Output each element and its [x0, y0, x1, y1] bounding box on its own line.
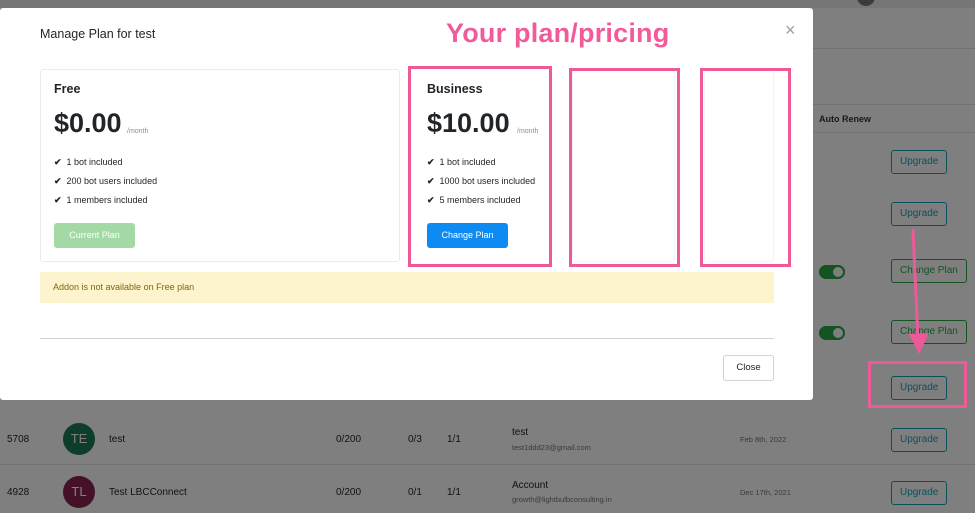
annotation-highlight-box	[700, 68, 791, 267]
current-plan-button[interactable]: Current Plan	[54, 223, 135, 248]
annotation-arrow-icon	[909, 228, 929, 354]
plan-name: Free	[54, 82, 81, 96]
plan-period: /month	[127, 128, 149, 135]
modal-title: Manage Plan for test	[40, 27, 156, 41]
feature-text: 200 bot users included	[66, 176, 158, 186]
feature-text: 1 members included	[66, 195, 148, 205]
plan-price: $0.00	[54, 108, 122, 138]
plan-feature: ✔ 1 bot included	[54, 157, 123, 168]
annotation-title: Your plan/pricing	[446, 18, 670, 48]
plan-feature: ✔ 1 members included	[54, 195, 148, 206]
plan-card-free: Free $0.00 /month ✔ 1 bot included ✔ 200…	[40, 69, 400, 262]
close-button[interactable]: Close	[723, 355, 774, 381]
annotation-highlight-box	[408, 66, 552, 267]
addon-alert: Addon is not available on Free plan	[40, 272, 774, 303]
manage-plan-modal: Manage Plan for test × Free $0.00 /month…	[0, 8, 813, 400]
annotation-highlight-box	[868, 361, 967, 408]
plan-feature: ✔ 200 bot users included	[54, 176, 157, 187]
check-icon: ✔	[54, 157, 62, 167]
annotation-highlight-box	[569, 68, 680, 267]
check-icon: ✔	[54, 176, 62, 186]
feature-text: 1 bot included	[66, 157, 123, 167]
modal-footer-divider	[40, 338, 774, 339]
close-icon[interactable]: ×	[785, 21, 796, 39]
check-icon: ✔	[54, 195, 62, 205]
